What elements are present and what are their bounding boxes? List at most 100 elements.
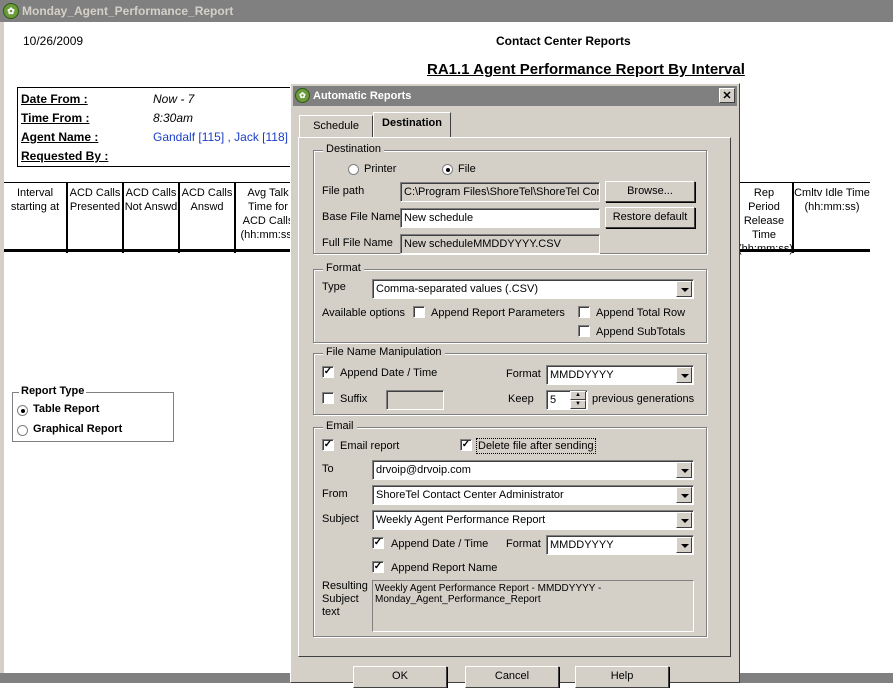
ok-button[interactable]: OK	[353, 666, 447, 688]
tab-destination[interactable]: Destination	[373, 112, 451, 137]
chevron-down-icon[interactable]	[676, 537, 692, 553]
delete-after-sending-label[interactable]: Delete file after sending	[476, 438, 596, 454]
append-report-params-label[interactable]: Append Report Parameters	[431, 307, 565, 319]
printer-label[interactable]: Printer	[364, 163, 396, 175]
email-append-date-label[interactable]: Append Date / Time	[391, 538, 488, 550]
spin-down-icon[interactable]: ▼	[570, 400, 586, 409]
browse-button[interactable]: Browse...	[605, 181, 695, 202]
file-name-manipulation-legend: File Name Manipulation	[323, 346, 445, 358]
app-logo-icon: ✿	[295, 88, 310, 103]
column-header: ACD Calls Presented	[69, 187, 121, 213]
resulting-subject-label: Resulting Subject text	[322, 580, 368, 619]
email-append-date-checkbox[interactable]: ✓	[372, 537, 384, 549]
keep-label: Keep	[508, 393, 534, 405]
subject-value: Weekly Agent Performance Report	[376, 514, 546, 526]
base-file-name-field[interactable]: New schedule	[400, 208, 600, 228]
append-report-params-checkbox[interactable]	[413, 306, 425, 318]
suffix-label[interactable]: Suffix	[340, 393, 367, 405]
keep-stepper[interactable]: 5 ▲ ▼	[546, 390, 588, 410]
keep-value: 5	[550, 394, 557, 406]
file-path-field[interactable]: C:\Program Files\ShoreTel\ShoreTel Cont	[400, 182, 600, 202]
param-value-agent: Gandalf [115] , Jack [118]	[153, 130, 288, 144]
chevron-down-icon[interactable]	[676, 512, 692, 528]
chevron-down-icon[interactable]	[676, 281, 692, 297]
chevron-down-icon[interactable]	[676, 487, 692, 503]
param-label-date: Date From :	[21, 92, 88, 106]
type-select[interactable]: Comma-separated values (.CSV)	[372, 279, 694, 299]
filename-format-select[interactable]: MMDDYYYY	[546, 365, 694, 385]
append-total-row-checkbox[interactable]	[578, 306, 590, 318]
email-format-value: MMDDYYYY	[550, 539, 614, 551]
resulting-subject-text: Weekly Agent Performance Report - MMDDYY…	[372, 580, 694, 632]
close-button[interactable]: ✕	[719, 88, 735, 103]
destination-panel: Destination Printer File File path C:\Pr…	[298, 137, 731, 657]
resulting-label-line2: Subject	[322, 593, 359, 605]
from-field[interactable]: ShoreTel Contact Center Administrator	[372, 485, 694, 505]
filename-format-value: MMDDYYYY	[550, 369, 614, 381]
append-date-time-label[interactable]: Append Date / Time	[340, 367, 437, 379]
column-header: Interval starting at	[10, 187, 60, 213]
resulting-label-line1: Resulting	[322, 580, 368, 592]
to-field[interactable]: drvoip@drvoip.com	[372, 460, 694, 480]
destination-group: Destination Printer File File path C:\Pr…	[313, 143, 707, 254]
table-report-label[interactable]: Table Report	[33, 403, 99, 415]
append-report-name-label[interactable]: Append Report Name	[391, 562, 497, 574]
column-header: ACD Calls Answd	[181, 187, 233, 213]
type-label: Type	[322, 281, 346, 293]
base-file-name-label: Base File Name	[322, 211, 401, 223]
to-value: drvoip@drvoip.com	[376, 464, 471, 476]
format-legend: Format	[323, 262, 364, 274]
column-header: Rep Period Release Time (hh:mm:ss)	[738, 187, 793, 255]
automatic-reports-dialog: ✿ Automatic Reports ✕ Schedule Destinati…	[290, 83, 740, 688]
format-label: Format	[506, 368, 541, 380]
resulting-label-line3: text	[322, 606, 340, 618]
help-button[interactable]: Help	[575, 666, 669, 688]
available-options-label: Available options	[322, 307, 405, 319]
file-radio[interactable]	[442, 164, 453, 175]
from-value: ShoreTel Contact Center Administrator	[376, 489, 564, 501]
email-report-label[interactable]: Email report	[340, 440, 399, 452]
email-format-label: Format	[506, 538, 541, 550]
printer-radio[interactable]	[348, 164, 359, 175]
dialog-title: Automatic Reports	[313, 90, 412, 102]
append-date-time-checkbox[interactable]: ✓	[322, 366, 334, 378]
delete-after-sending-checkbox[interactable]: ✓	[460, 439, 472, 451]
table-report-radio[interactable]	[17, 405, 28, 416]
append-total-row-label[interactable]: Append Total Row	[596, 307, 685, 319]
keep-spin-buttons[interactable]: ▲ ▼	[570, 391, 586, 409]
file-label[interactable]: File	[458, 163, 476, 175]
graphical-report-label[interactable]: Graphical Report	[33, 423, 122, 435]
suffix-field[interactable]	[386, 390, 444, 410]
suffix-checkbox[interactable]	[322, 392, 334, 404]
destination-legend: Destination	[323, 143, 385, 155]
param-value-date: Now - 7	[153, 92, 195, 106]
append-subtotals-label[interactable]: Append SubTotals	[596, 326, 685, 338]
email-legend: Email	[323, 420, 357, 432]
chevron-down-icon[interactable]	[676, 462, 692, 478]
keep-suffix-label: previous generations	[592, 393, 695, 405]
from-label: From	[322, 488, 348, 500]
chevron-down-icon[interactable]	[676, 367, 692, 383]
email-format-select[interactable]: MMDDYYYY	[546, 535, 694, 555]
append-report-name-checkbox[interactable]: ✓	[372, 561, 384, 573]
type-select-value: Comma-separated values (.CSV)	[376, 283, 539, 295]
restore-default-button[interactable]: Restore default	[605, 207, 695, 228]
full-file-name-label: Full File Name	[322, 237, 393, 249]
window-titlebar[interactable]: ✿ Monday_Agent_Performance_Report	[0, 0, 893, 22]
report-type-group: Report Type Table Report Graphical Repor…	[12, 385, 174, 442]
graphical-report-radio[interactable]	[17, 425, 28, 436]
subject-field[interactable]: Weekly Agent Performance Report	[372, 510, 694, 530]
report-parameters: Date From : Now - 7 Time From : 8:30am A…	[17, 87, 307, 167]
spin-up-icon[interactable]: ▲	[570, 391, 586, 400]
param-value-time: 8:30am	[153, 111, 194, 125]
cancel-button[interactable]: Cancel	[465, 666, 559, 688]
email-report-checkbox[interactable]: ✓	[322, 439, 334, 451]
param-label-time: Time From :	[21, 111, 90, 125]
dialog-titlebar[interactable]: ✿ Automatic Reports ✕	[293, 86, 737, 106]
tab-schedule[interactable]: Schedule	[299, 115, 373, 137]
param-label-requested: Requested By :	[21, 149, 109, 163]
report-org: Contact Center Reports	[496, 34, 631, 48]
report-date: 10/26/2009	[23, 34, 84, 48]
subject-label: Subject	[322, 513, 359, 525]
append-subtotals-checkbox[interactable]	[578, 325, 590, 337]
